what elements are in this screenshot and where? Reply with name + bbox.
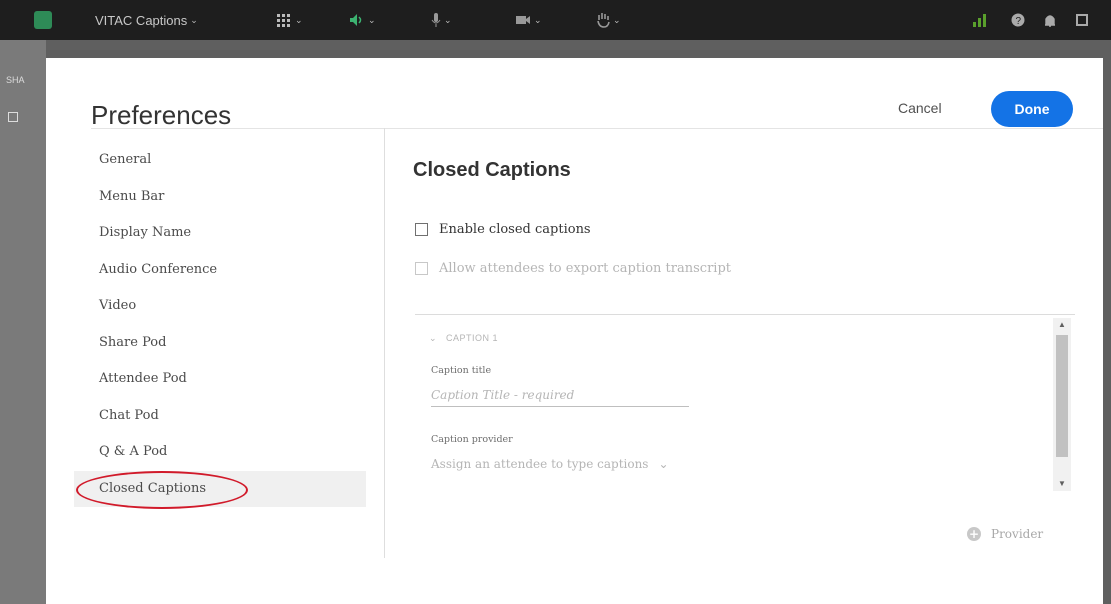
chevron-down-icon: ⌄ (368, 14, 376, 25)
dialog-title: Preferences (91, 100, 232, 130)
chevron-down-icon: ⌄ (295, 14, 303, 25)
scroll-down-arrow-icon[interactable]: ▼ (1053, 477, 1071, 491)
backdrop-label: SHA (6, 75, 25, 85)
chevron-down-icon: ⌄ (444, 14, 452, 25)
caption-title-input[interactable] (431, 383, 689, 407)
add-provider-label: Provider (991, 527, 1044, 541)
cancel-button[interactable]: Cancel (898, 100, 942, 116)
nav-item-attendee-pod[interactable]: Attendee Pod (74, 361, 366, 398)
section-title: Closed Captions (413, 159, 571, 181)
microphone-icon (431, 13, 441, 27)
preferences-dialog: Preferences Cancel Done General Menu Bar… (46, 58, 1103, 604)
nav-item-display-name[interactable]: Display Name (74, 215, 366, 252)
plus-circle-icon: + (967, 527, 981, 541)
caption-provider-value: Assign an attendee to type captions (431, 457, 649, 471)
nav-item-share-pod[interactable]: Share Pod (74, 325, 366, 362)
nav-item-video[interactable]: Video (74, 288, 366, 325)
caption-settings-panel: ⌄ CAPTION 1 Caption title Caption provid… (415, 314, 1075, 490)
hand-icon (597, 13, 610, 28)
chevron-down-icon: ⌄ (190, 14, 198, 25)
scrollbar-thumb[interactable] (1056, 335, 1068, 457)
done-button[interactable]: Done (991, 91, 1073, 127)
nav-item-audio-conference[interactable]: Audio Conference (74, 252, 366, 289)
chevron-down-icon: ⌄ (534, 14, 542, 25)
highlight-annotation-circle (76, 470, 248, 509)
nav-item-qa-pod[interactable]: Q & A Pod (74, 434, 366, 471)
connection-bars-icon[interactable] (972, 11, 988, 29)
app-logo-icon (34, 11, 52, 29)
chevron-down-icon: ⌄ (613, 14, 621, 25)
camera-icon (516, 16, 530, 24)
layouts-menu[interactable]: ⌄ (276, 11, 303, 29)
backdrop-panel: SHA (0, 40, 46, 604)
enable-captions-option[interactable]: Enable closed captions (415, 222, 591, 237)
meeting-name-menu[interactable]: VITAC Captions ⌄ (95, 11, 198, 29)
panel-scrollbar[interactable]: ▲ ▼ (1053, 318, 1071, 491)
preferences-nav: General Menu Bar Display Name Audio Conf… (74, 142, 366, 509)
nav-item-chat-pod[interactable]: Chat Pod (74, 398, 366, 435)
title-divider (91, 128, 1103, 129)
enable-captions-checkbox[interactable] (415, 223, 428, 236)
chevron-down-icon: ⌄ (658, 457, 669, 471)
column-divider (384, 128, 385, 558)
nav-item-closed-captions[interactable]: Closed Captions (74, 470, 366, 509)
meeting-name: VITAC Captions (95, 12, 188, 28)
backdrop-checkbox-icon (8, 112, 18, 122)
caption-accordion-header[interactable]: ⌄ CAPTION 1 (429, 333, 498, 344)
chevron-down-icon: ⌄ (429, 333, 438, 343)
notification-icon[interactable] (1044, 11, 1056, 29)
add-provider-button[interactable]: + Provider (967, 527, 1043, 541)
caption-provider-label: Caption provider (431, 434, 513, 445)
scroll-up-arrow-icon[interactable]: ▲ (1053, 318, 1071, 332)
nav-item-general[interactable]: General (74, 142, 366, 179)
caption-provider-dropdown[interactable]: Assign an attendee to type captions ⌄ (431, 457, 669, 471)
enable-captions-label: Enable closed captions (439, 222, 591, 237)
export-transcript-label: Allow attendees to export caption transc… (439, 261, 731, 276)
nav-item-menu-bar[interactable]: Menu Bar (74, 179, 366, 216)
grid-icon (277, 14, 290, 27)
caption-title-label: Caption title (431, 365, 492, 376)
speaker-icon (350, 14, 362, 26)
export-transcript-option: Allow attendees to export caption transc… (415, 261, 731, 276)
speaker-menu[interactable]: ⌄ (349, 11, 376, 29)
fullscreen-icon[interactable] (1075, 11, 1089, 29)
svg-text:?: ? (1016, 16, 1022, 27)
microphone-menu[interactable]: ⌄ (431, 11, 452, 29)
export-transcript-checkbox (415, 262, 428, 275)
camera-menu[interactable]: ⌄ (515, 11, 542, 29)
app-top-bar: VITAC Captions ⌄ ⌄ ⌄ ⌄ ⌄ ⌄ ? (0, 0, 1111, 40)
raise-hand-menu[interactable]: ⌄ (596, 11, 621, 29)
help-icon[interactable]: ? (1011, 11, 1025, 29)
caption-header-label: CAPTION 1 (446, 333, 499, 343)
